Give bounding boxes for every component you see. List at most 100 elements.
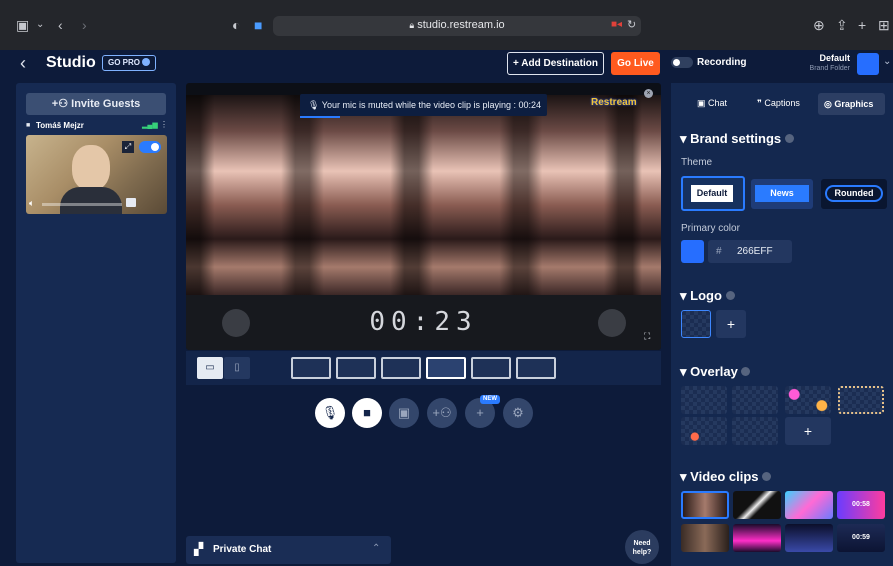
forward-icon[interactable]: ›	[82, 17, 87, 33]
overlay-thumb-2[interactable]	[732, 386, 778, 414]
layout-fullscreen-icon[interactable]	[426, 357, 466, 379]
private-chat-label: Private Chat	[213, 544, 272, 555]
back-icon[interactable]: ‹	[58, 17, 63, 33]
video-clip-5[interactable]	[681, 524, 729, 552]
theme-default[interactable]: Default	[681, 176, 745, 211]
invite-button[interactable]: +⚇	[427, 398, 457, 428]
tab-graphics[interactable]: ◎ Graphics	[818, 93, 885, 115]
brand-name[interactable]: Default	[808, 53, 850, 63]
plus-icon: +	[726, 316, 736, 332]
brand-settings-heading[interactable]: ▾ Brand settings	[680, 131, 794, 147]
theme-rounded-label: Rounded	[825, 185, 883, 202]
camera-icon: ■	[363, 405, 371, 420]
add-logo-button[interactable]: +	[716, 310, 746, 338]
video-clip-playback[interactable]	[186, 95, 661, 295]
layout-sidebar-icon[interactable]	[516, 357, 556, 379]
mic-muted-notice: 🎙︎ Your mic is muted while the video cli…	[300, 94, 547, 116]
page-icon: ■	[254, 17, 263, 33]
tab-overview-icon[interactable]: ⊞	[878, 17, 890, 33]
recording-toggle[interactable]	[671, 57, 693, 68]
share-icon[interactable]: ⇪	[836, 17, 848, 33]
logo-heading[interactable]: ▾ Logo	[680, 288, 735, 304]
mic-button[interactable]: 🎙︎	[315, 398, 345, 428]
tab-chat[interactable]: ▣ Chat	[697, 98, 727, 109]
add-destination-button[interactable]: + Add Destination	[507, 52, 604, 75]
browser-chrome: ▣ ⌄ ‹ › ◐ ■ 🔒︎ studio.restream.io ■◂ ↻ ⊕…	[0, 0, 893, 50]
primary-color-value: 266EFF	[737, 246, 773, 257]
new-tab-icon[interactable]: +	[858, 17, 866, 33]
video-clips-heading[interactable]: ▾ Video clips	[680, 469, 772, 485]
url-text: 🔒︎ studio.restream.io	[409, 19, 505, 31]
video-clip-4[interactable]: 00:58	[837, 491, 885, 519]
brand-color-swatch[interactable]	[857, 53, 879, 75]
page-title: Studio	[46, 54, 96, 71]
back-arrow-icon[interactable]: ‹	[20, 53, 26, 74]
video-clip-6[interactable]	[733, 524, 781, 552]
info-icon	[741, 367, 751, 376]
video-clip-1[interactable]	[681, 491, 729, 519]
plus-icon: +	[476, 405, 484, 420]
video-clip-2[interactable]	[733, 491, 781, 519]
theme-rounded[interactable]: Rounded	[821, 179, 887, 209]
close-clip-icon[interactable]: ×	[644, 89, 653, 98]
recording-label: Recording	[697, 57, 747, 68]
theme-news[interactable]: News	[751, 179, 813, 209]
desktop-view-icon[interactable]: ▭	[197, 357, 223, 379]
info-icon	[784, 134, 794, 143]
overlay-thumb-4[interactable]	[838, 386, 884, 414]
camera-button[interactable]: ■	[352, 398, 382, 428]
go-pro-badge[interactable]: GO PRO	[102, 55, 156, 71]
settings-button[interactable]: ⚙	[503, 398, 533, 428]
camera-indicator-icon[interactable]: ■◂	[611, 19, 622, 30]
camera-toggle[interactable]	[139, 141, 161, 153]
layout-split-icon[interactable]	[336, 357, 376, 379]
overlay-thumb-5[interactable]	[681, 417, 727, 445]
shield-icon[interactable]: ◐	[232, 17, 240, 33]
overlay-thumb-1[interactable]	[681, 386, 727, 414]
layout-thumbnails-icon[interactable]	[471, 357, 511, 379]
guest-video[interactable]: ⤢ 🔈︎	[26, 135, 167, 214]
layout-side-by-side-icon[interactable]	[291, 357, 331, 379]
invite-guests-button[interactable]: +⚇ Invite Guests	[26, 93, 166, 115]
guest-name: Tomáš Mejzr	[36, 121, 84, 130]
guests-panel: +⚇ Invite Guests ■ Tomáš Mejzr ▂▄▆ ⋮ ⤢ 🔈…	[16, 83, 176, 563]
add-person-icon: +⚇	[432, 405, 452, 420]
studio-topbar: ‹ Studio GO PRO + Add Destination Go Liv…	[0, 50, 893, 80]
new-badge: NEW	[480, 395, 500, 404]
overlay-thumb-6[interactable]	[732, 417, 778, 445]
download-icon[interactable]: ⊕	[813, 17, 825, 33]
overlay-thumb-3[interactable]	[785, 386, 831, 414]
mobile-view-icon[interactable]: ▯	[224, 357, 250, 379]
quote-icon: ❞	[757, 98, 762, 108]
notice-progress	[300, 116, 340, 118]
pro-icon	[142, 58, 151, 66]
video-clip-3[interactable]	[785, 491, 833, 519]
tab-captions[interactable]: ❞ Captions	[757, 98, 800, 109]
private-chat-bar[interactable]: ▞ Private Chat ⌃	[186, 536, 391, 564]
layout-grid-icon[interactable]	[381, 357, 421, 379]
video-clip-8[interactable]: 00:59	[837, 524, 885, 552]
chevron-down-icon[interactable]: ⌄	[36, 17, 44, 33]
video-clip-7[interactable]	[785, 524, 833, 552]
theme-news-label: News	[755, 185, 809, 202]
more-options-icon[interactable]: ⋮	[160, 120, 168, 129]
sidebar-toggle-icon[interactable]: ▣	[16, 17, 29, 33]
chevron-up-icon[interactable]: ⌃	[372, 543, 380, 554]
url-bar[interactable]: 🔒︎ studio.restream.io ■◂ ↻	[273, 16, 641, 36]
expand-icon[interactable]: ⤢	[122, 141, 134, 153]
avatar-placeholder-right	[598, 309, 626, 337]
primary-color-input[interactable]: # 266EFF	[708, 240, 792, 263]
fullscreen-icon[interactable]: ⛶	[644, 331, 650, 342]
reload-icon[interactable]: ↻	[627, 18, 636, 31]
go-live-button[interactable]: Go Live	[611, 52, 660, 75]
need-help-button[interactable]: Need help?	[625, 530, 659, 564]
lock-icon: 🔒︎	[409, 20, 415, 30]
logo-slot[interactable]	[681, 310, 711, 338]
add-overlay-button[interactable]: +	[785, 417, 831, 445]
share-screen-button[interactable]: ▣	[389, 398, 419, 428]
guest-screen-icon[interactable]	[126, 198, 136, 207]
primary-color-swatch[interactable]	[681, 240, 704, 263]
overlay-heading[interactable]: ▾ Overlay	[680, 364, 751, 380]
guest-mic-icon[interactable]: 🔈︎	[29, 198, 34, 209]
brand-dropdown-icon[interactable]: ⌄	[883, 56, 891, 67]
